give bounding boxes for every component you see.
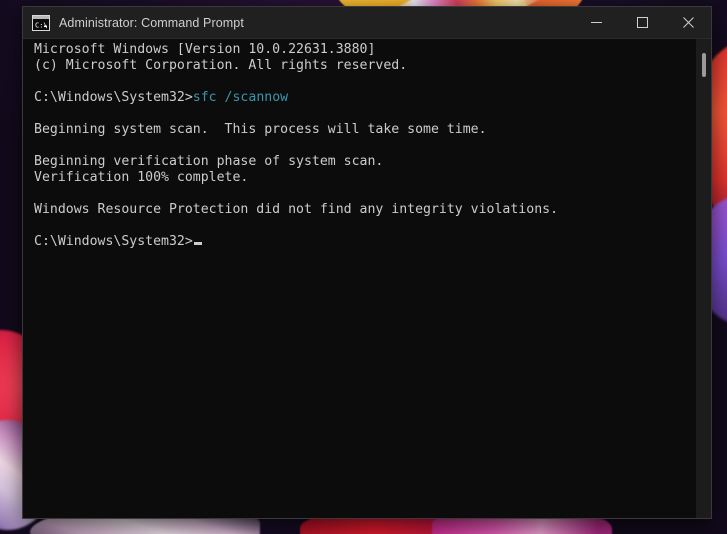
svg-text:C:\: C:\ <box>35 21 48 29</box>
console-output-area[interactable]: Microsoft Windows [Version 10.0.22631.38… <box>23 39 711 518</box>
window-title-bar[interactable]: C:\ Administrator: Command Prompt <box>23 7 711 39</box>
console-line: C:\Windows\System32>sfc /scannow <box>34 90 689 106</box>
console-scrollbar-thumb[interactable] <box>702 53 706 77</box>
console-line: (c) Microsoft Corporation. All rights re… <box>34 58 408 73</box>
console-line: Beginning system scan. This process will… <box>34 122 487 137</box>
window-title-text: Administrator: Command Prompt <box>59 15 244 30</box>
console-line: C:\Windows\System32> <box>34 234 689 250</box>
console-prompt: C:\Windows\System32> <box>34 90 193 105</box>
console-command: sfc /scannow <box>192 90 289 105</box>
close-icon <box>682 17 694 28</box>
console-text: Microsoft Windows [Version 10.0.22631.38… <box>34 42 689 250</box>
command-prompt-icon: C:\ <box>32 14 50 31</box>
maximize-icon <box>636 17 648 28</box>
window-close-button[interactable] <box>665 7 711 38</box>
console-line: Verification 100% complete. <box>34 170 249 185</box>
console-line: Beginning verification phase of system s… <box>34 154 384 169</box>
minimize-icon <box>590 22 602 23</box>
console-line: Microsoft Windows [Version 10.0.22631.38… <box>34 42 376 57</box>
console-line: Windows Resource Protection did not find… <box>34 202 559 217</box>
window-minimize-button[interactable] <box>573 7 619 38</box>
console-prompt: C:\Windows\System32> <box>34 234 193 249</box>
window-maximize-button[interactable] <box>619 7 665 38</box>
console-scrollbar[interactable] <box>696 39 711 518</box>
command-prompt-window[interactable]: C:\ Administrator: Command Prompt Micros… <box>22 6 712 519</box>
console-cursor <box>193 242 202 245</box>
